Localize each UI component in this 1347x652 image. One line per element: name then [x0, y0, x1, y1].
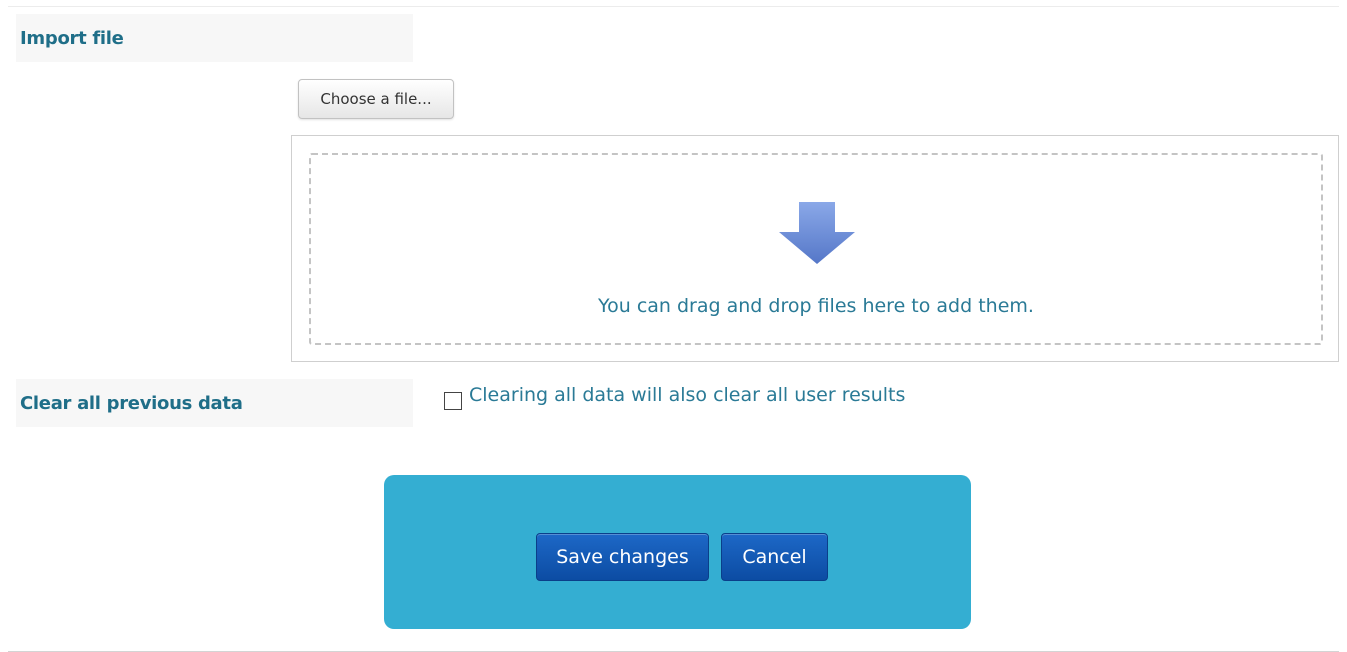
file-dropzone[interactable]: You can drag and drop files here to add …	[291, 135, 1339, 362]
cancel-button-label: Cancel	[742, 546, 807, 568]
import-file-label: Import file	[16, 14, 413, 62]
cancel-button[interactable]: Cancel	[721, 533, 828, 581]
choose-file-button[interactable]: Choose a file...	[298, 79, 454, 119]
import-file-label-text: Import file	[20, 27, 124, 49]
save-changes-button[interactable]: Save changes	[536, 533, 709, 581]
choose-file-button-label: Choose a file...	[320, 90, 432, 108]
clear-data-checkbox[interactable]	[444, 392, 462, 410]
action-button-panel: Save changes Cancel	[384, 475, 971, 629]
dropzone-dashed-area[interactable]: You can drag and drop files here to add …	[309, 153, 1323, 345]
clear-data-label-text: Clear all previous data	[20, 392, 243, 414]
arrow-down-icon	[779, 202, 855, 264]
clear-data-label: Clear all previous data	[16, 379, 413, 427]
save-changes-button-label: Save changes	[556, 546, 689, 568]
clear-data-checkbox-label[interactable]: Clearing all data will also clear all us…	[469, 384, 905, 406]
dropzone-text: You can drag and drop files here to add …	[598, 295, 1034, 317]
